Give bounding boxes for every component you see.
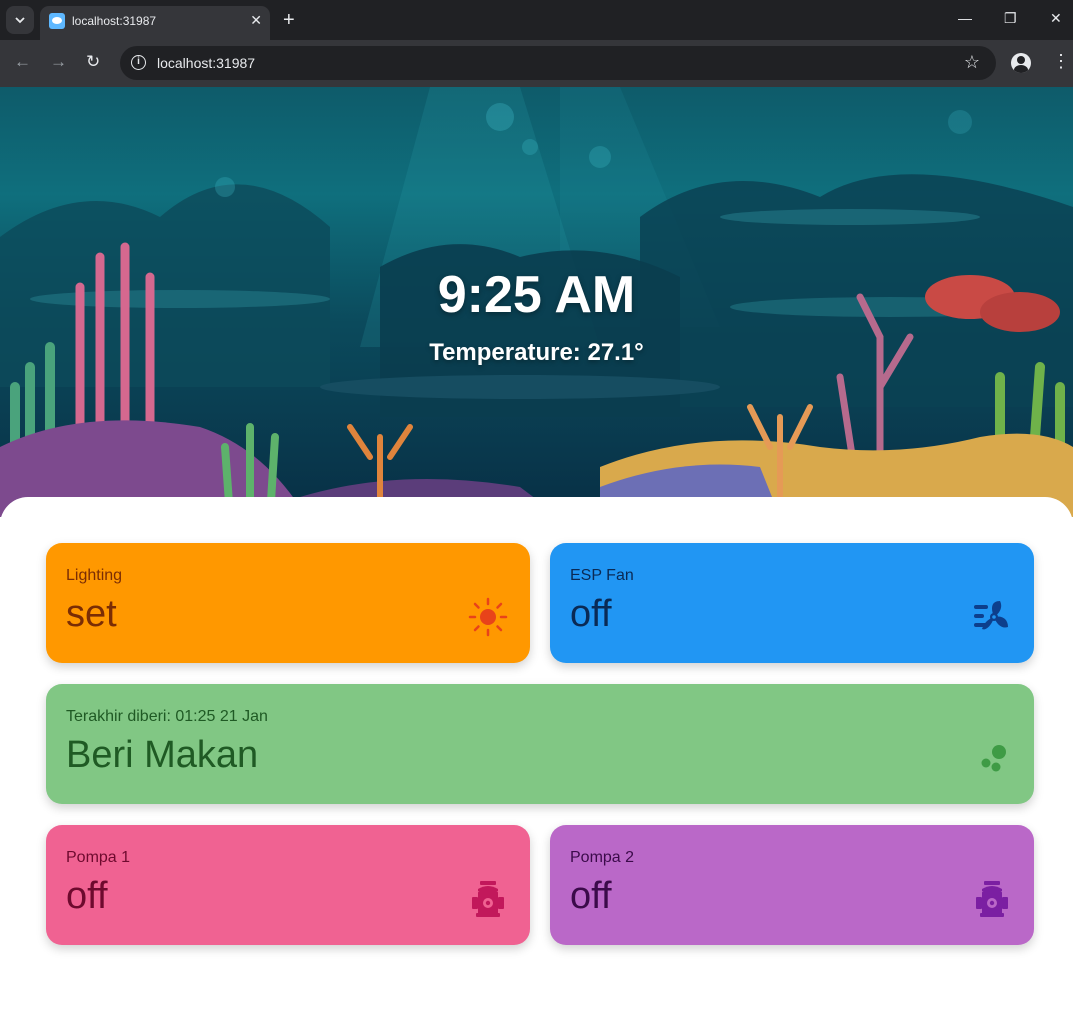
pump-1-label: Pompa 1 bbox=[66, 849, 131, 866]
lighting-value: set bbox=[66, 593, 117, 635]
minimize-button[interactable]: — bbox=[958, 10, 972, 26]
site-info-icon[interactable]: i bbox=[131, 55, 146, 70]
close-tab-icon[interactable]: ✕ bbox=[250, 12, 262, 29]
pump-2-value: off bbox=[570, 875, 612, 917]
pump-2-label: Pompa 2 bbox=[570, 849, 635, 866]
feed-last-fed-label: Terakhir diberi: 01:25 21 Jan bbox=[66, 708, 268, 725]
feed-button-text: Beri Makan bbox=[66, 734, 259, 776]
browser-tab[interactable]: localhost:31987 ✕ bbox=[40, 6, 270, 40]
tab-title: localhost:31987 bbox=[72, 14, 157, 28]
feed-card[interactable]: Terakhir diberi: 01:25 21 Jan Beri Makan bbox=[46, 684, 1034, 804]
bookmark-star-icon[interactable]: ☆ bbox=[964, 52, 980, 73]
hero-banner: 9:25 AM Temperature: 27.1° bbox=[0, 87, 1073, 517]
lighting-card[interactable]: Lighting set bbox=[46, 543, 530, 663]
reload-icon[interactable]: ↻ bbox=[86, 52, 100, 72]
back-icon[interactable]: ← bbox=[14, 52, 31, 72]
chevron-down-icon bbox=[15, 17, 25, 24]
profile-icon[interactable] bbox=[1011, 53, 1031, 73]
pump-2-card[interactable]: Pompa 2 off bbox=[550, 825, 1034, 945]
fan-label: ESP Fan bbox=[570, 567, 634, 584]
pump-1-card[interactable]: Pompa 1 off bbox=[46, 825, 530, 945]
browser-tab-bar: localhost:31987 ✕ + — ❐ ✕ bbox=[0, 0, 1073, 40]
fan-icon bbox=[974, 601, 1008, 630]
sun-icon bbox=[468, 597, 508, 637]
forward-icon[interactable]: → bbox=[50, 52, 67, 72]
browser-toolbar: ← → ↻ i localhost:31987 ☆ ⋮ bbox=[0, 40, 1073, 87]
control-panel: Lighting set ESP Fan off Terakhir diberi… bbox=[0, 497, 1073, 1032]
pump-icon bbox=[472, 881, 504, 917]
restore-button[interactable]: ❐ bbox=[1004, 10, 1017, 27]
pump-1-value: off bbox=[66, 875, 108, 917]
clock-time: 9:25 AM bbox=[437, 266, 636, 324]
pump-icon bbox=[976, 881, 1008, 917]
bubbles-icon bbox=[981, 745, 1006, 772]
address-bar[interactable]: i localhost:31987 ☆ bbox=[120, 46, 996, 80]
menu-dots-icon[interactable]: ⋮ bbox=[1052, 51, 1070, 72]
lighting-label: Lighting bbox=[66, 567, 123, 584]
tab-search-button[interactable] bbox=[6, 6, 34, 34]
esp-fan-card[interactable]: ESP Fan off bbox=[550, 543, 1034, 663]
new-tab-button[interactable]: + bbox=[283, 8, 295, 32]
fan-value: off bbox=[570, 593, 612, 635]
temperature-readout: Temperature: 27.1° bbox=[429, 339, 644, 366]
favicon-icon bbox=[49, 13, 65, 29]
url-text[interactable]: localhost:31987 bbox=[157, 55, 255, 71]
close-window-button[interactable]: ✕ bbox=[1050, 10, 1062, 27]
